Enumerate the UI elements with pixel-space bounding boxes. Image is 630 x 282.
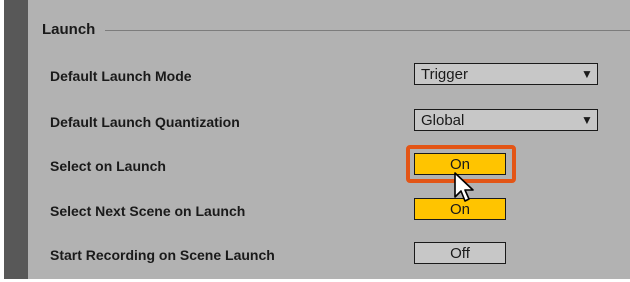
launch-settings-panel: Launch Default Launch Mode Trigger ▼ Def… <box>28 0 630 279</box>
section-title: Launch <box>42 20 96 38</box>
side-rail <box>4 0 28 279</box>
section-divider <box>105 29 630 31</box>
setting-row-start-recording-on-scene-launch: Start Recording on Scene Launch Off <box>28 242 630 268</box>
dropdown-value: Trigger <box>421 65 468 83</box>
dropdown-value: Global <box>421 111 465 129</box>
setting-label: Start Recording on Scene Launch <box>50 247 275 263</box>
setting-row-default-launch-mode: Default Launch Mode Trigger ▼ <box>28 63 630 89</box>
setting-row-select-on-launch: Select on Launch On <box>28 145 630 183</box>
preferences-window: Launch Default Launch Mode Trigger ▼ Def… <box>4 0 630 279</box>
default-launch-mode-dropdown[interactable]: Trigger ▼ <box>414 63 598 85</box>
setting-label: Default Launch Quantization <box>50 114 240 130</box>
section-header: Launch <box>42 18 630 40</box>
setting-label: Select on Launch <box>50 158 166 174</box>
triangle-down-icon: ▼ <box>581 113 593 127</box>
default-launch-quantization-dropdown[interactable]: Global ▼ <box>414 109 598 131</box>
setting-row-default-launch-quantization: Default Launch Quantization Global ▼ <box>28 109 630 135</box>
setting-row-select-next-scene-on-launch: Select Next Scene on Launch On <box>28 198 630 224</box>
setting-label: Default Launch Mode <box>50 68 192 84</box>
start-recording-on-scene-launch-toggle[interactable]: Off <box>414 242 506 264</box>
setting-label: Select Next Scene on Launch <box>50 203 246 219</box>
mouse-pointer-icon <box>454 172 474 202</box>
triangle-down-icon: ▼ <box>581 67 593 81</box>
